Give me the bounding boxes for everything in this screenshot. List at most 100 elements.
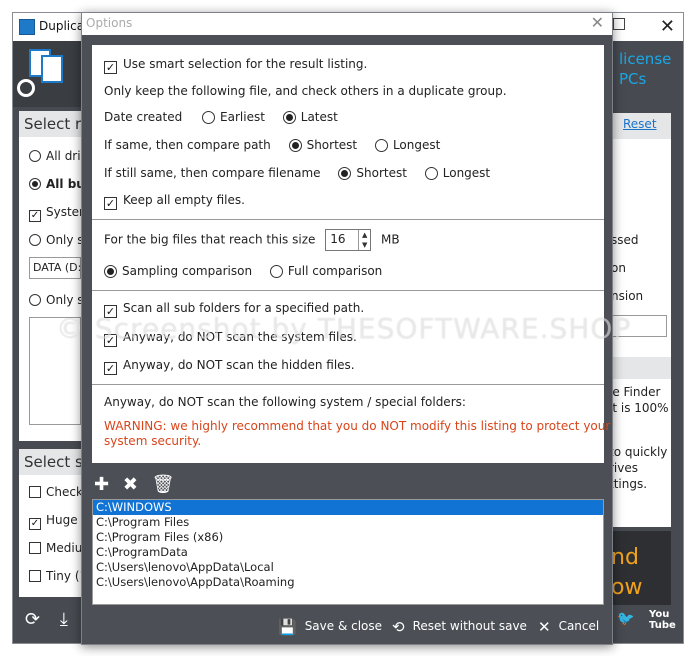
right-text: nsion [611, 289, 644, 303]
size-huge-option[interactable]: ✓ Huge ( [29, 513, 81, 530]
select-range-panel: Select re All driv All but ✓ System Only … [19, 111, 81, 441]
radio-icon [104, 265, 117, 278]
radio-icon [374, 139, 388, 152]
right-text: on [611, 261, 626, 275]
cancel-button[interactable]: ✕ Cancel [538, 618, 599, 636]
promo-banner[interactable]: nd ow [605, 531, 671, 605]
right-info-text: to quickly [609, 445, 668, 459]
big-files-unit: MB [381, 232, 400, 247]
radio-icon [338, 167, 352, 180]
compare-filename-label: If still same, then compare filename [104, 166, 321, 180]
youtube-icon[interactable]: You Tube [649, 609, 676, 631]
option-label: Only se [46, 233, 81, 247]
refresh-icon[interactable]: ⟳ [25, 609, 40, 630]
options-panel: ✓ Use smart selection for the result list… [92, 45, 610, 463]
add-icon[interactable]: ✚ [94, 474, 109, 495]
excluded-folders-list[interactable]: C:\WINDOWS C:\Program Files C:\Program F… [92, 499, 604, 605]
remove-icon[interactable]: ✖ [123, 474, 138, 495]
no-system-files-label: Anyway, do NOT scan the system files. [123, 330, 357, 344]
warning-text-line1: WARNING: we highly recommend that you do… [104, 419, 611, 433]
dialog-title: Options [86, 16, 133, 30]
full-comparison-radio[interactable]: Full comparison [269, 264, 382, 278]
reset-link[interactable]: Reset [623, 117, 657, 131]
option-label: Only se [46, 293, 81, 307]
no-scan-folders-text: Anyway, do NOT scan the following system… [104, 395, 466, 409]
comparison-mode-row: Sampling comparison Full comparison [104, 264, 382, 278]
radio-icon [202, 111, 216, 124]
list-item[interactable]: C:\ProgramData [93, 545, 603, 560]
option-label: Huge ( [46, 513, 81, 527]
option-label: All driv [46, 149, 81, 163]
scan-subfolders-checkbox[interactable]: ✓ Scan all sub folders for a specified pa… [104, 301, 364, 318]
checkbox-icon: ✓ [104, 362, 117, 375]
no-system-files-checkbox[interactable]: ✓ Anyway, do NOT scan the system files. [104, 330, 357, 347]
checkbox-icon [29, 570, 41, 582]
compare-path-row: If same, then compare path Shortest Long… [104, 138, 440, 152]
big-files-size-input[interactable]: 16 ▲ ▼ [325, 229, 372, 251]
all-but-option[interactable]: All but [29, 177, 81, 191]
list-item[interactable]: C:\Program Files (x86) [93, 530, 603, 545]
filename-longest-radio[interactable]: Longest [424, 166, 491, 180]
right-info-text: le Finder [609, 385, 661, 399]
all-drives-option[interactable]: All driv [29, 149, 81, 163]
dialog-footer: 💾 Save & close ⟲ Reset without save ✕ Cance… [82, 609, 612, 645]
date-created-label: Date created [104, 110, 183, 124]
no-hidden-files-checkbox[interactable]: ✓ Anyway, do NOT scan the hidden files. [104, 358, 355, 375]
date-latest-radio[interactable]: Latest [282, 110, 338, 124]
list-item[interactable]: C:\Program Files [93, 515, 603, 530]
divider [92, 384, 604, 385]
spinner-icon[interactable]: ▲ ▼ [358, 230, 370, 250]
keep-empty-label: Keep all empty files. [123, 193, 245, 207]
size-tiny-option[interactable]: Tiny (1 [29, 569, 81, 583]
big-files-label: For the big files that reach this size [104, 232, 316, 247]
right-options-panel: Reset ssed on nsion [605, 113, 671, 359]
right-info-text: ttings. [609, 477, 648, 491]
option-label: Longest [392, 138, 441, 152]
size-medium-option[interactable]: Mediu [29, 541, 81, 555]
download-icon[interactable]: ⤓ [60, 609, 68, 630]
path-shortest-radio[interactable]: Shortest [288, 138, 357, 152]
right-input[interactable] [611, 315, 667, 337]
keep-empty-checkbox[interactable]: ✓ Keep all empty files. [104, 193, 245, 210]
main-close-icon[interactable]: ✕ [660, 16, 675, 37]
app-logo [13, 41, 83, 107]
license-text[interactable]: license PCs [619, 49, 683, 89]
reset-without-save-label: Reset without save [412, 619, 527, 633]
compare-path-label: If same, then compare path [104, 138, 271, 152]
path-longest-radio[interactable]: Longest [374, 138, 441, 152]
filename-shortest-radio[interactable]: Shortest [338, 166, 407, 180]
radio-icon [288, 139, 302, 152]
twitter-icon[interactable]: 🐦 [617, 611, 634, 627]
save-close-button[interactable]: 💾 Save & close [278, 618, 382, 636]
trash-icon[interactable]: 🗑 [152, 474, 175, 495]
no-hidden-files-label: Anyway, do NOT scan the hidden files. [123, 358, 355, 372]
radio-icon [424, 167, 438, 180]
date-earliest-radio[interactable]: Earliest [202, 110, 265, 124]
reset-icon: ⟲ [392, 618, 405, 636]
smart-selection-checkbox[interactable]: ✓ Use smart selection for the result list… [104, 57, 367, 74]
main-bottom-toolbar: ⟳ ⤓ [25, 609, 68, 630]
drive-select[interactable]: DATA (D:) [29, 257, 81, 279]
system-checkbox[interactable]: ✓ System [29, 205, 81, 222]
checkbox-icon: ✓ [104, 197, 117, 210]
big-files-row: For the big files that reach this size 1… [104, 229, 400, 251]
path-listbox[interactable] [29, 317, 81, 425]
list-item[interactable]: C:\Users\lenovo\AppData\Roaming [93, 575, 603, 590]
option-label: All but [46, 177, 81, 191]
sampling-comparison-radio[interactable]: Sampling comparison [104, 264, 252, 278]
maximize-icon[interactable] [613, 18, 625, 30]
size-check-option[interactable]: Check [29, 485, 81, 499]
warning-text-line2: system security. [104, 434, 202, 448]
checkbox-icon: ✓ [104, 305, 117, 318]
list-item[interactable]: C:\Users\lenovo\AppData\Local [93, 560, 603, 575]
reset-without-save-button[interactable]: ⟲ Reset without save [392, 618, 527, 636]
magnifier-icon [17, 79, 35, 97]
radio-icon [29, 178, 41, 190]
only-selected-option[interactable]: Only se [29, 233, 81, 247]
dialog-close-icon[interactable]: ✕ [591, 13, 604, 32]
option-label: Sampling comparison [122, 264, 253, 278]
only-selected-option-2[interactable]: Only se [29, 293, 81, 307]
right-info-panel: le Finder lt is 100% to quickly rives tt… [605, 357, 671, 527]
option-label: Longest [442, 166, 491, 180]
list-item[interactable]: C:\WINDOWS [93, 500, 603, 515]
